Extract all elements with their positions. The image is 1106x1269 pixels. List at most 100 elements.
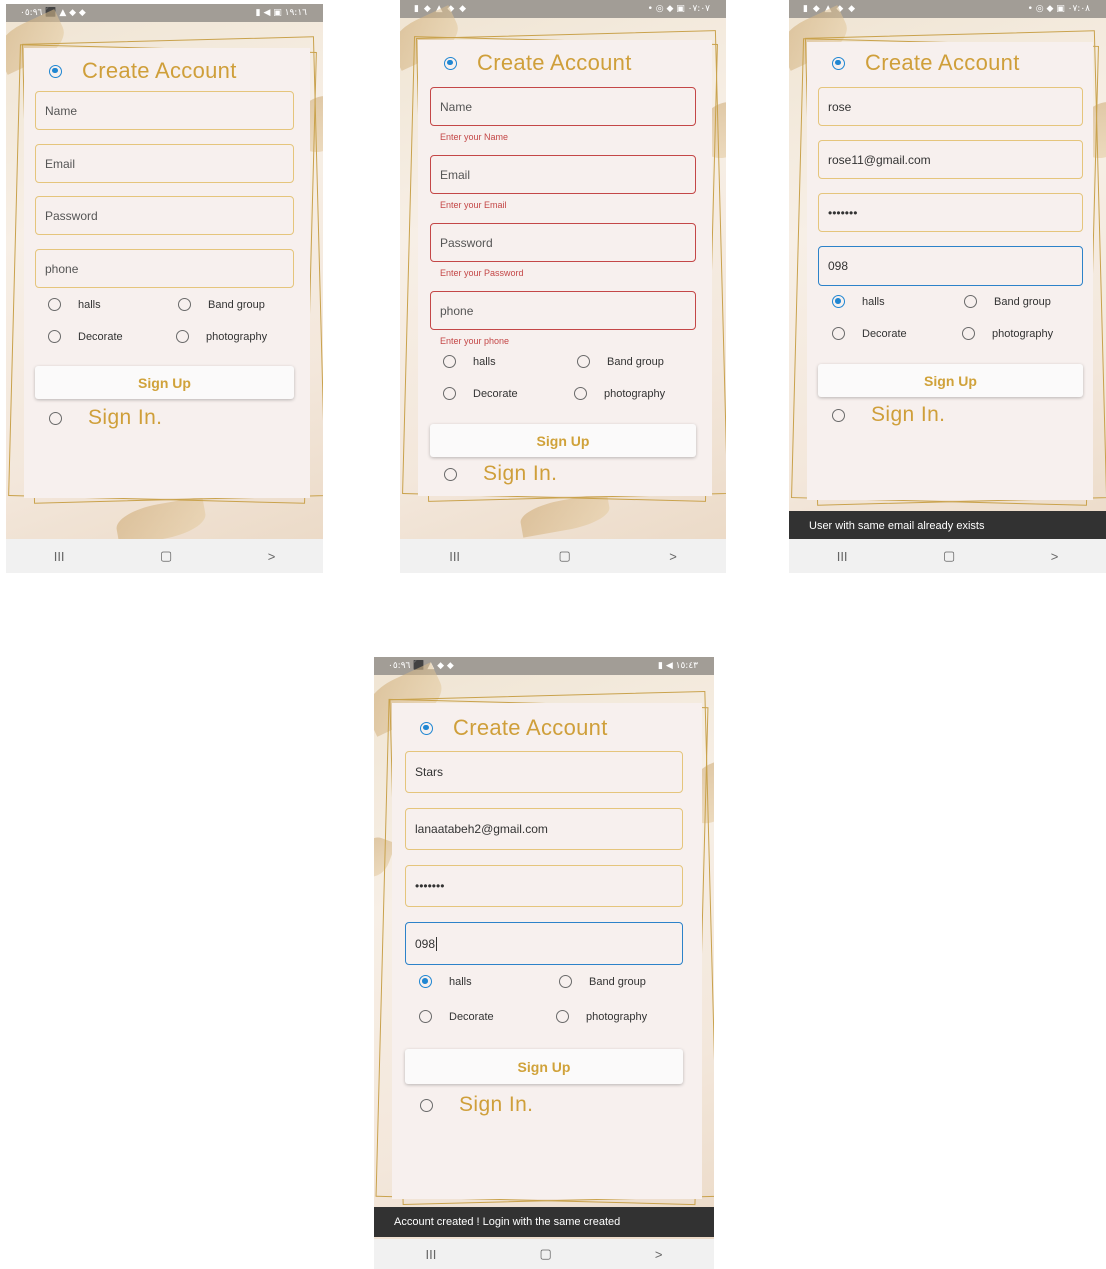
sign-in-row[interactable]: Sign In. xyxy=(832,403,945,427)
sign-up-button[interactable]: Sign Up xyxy=(405,1049,683,1084)
radio-unselected-icon[interactable] xyxy=(556,1010,569,1023)
radio-unselected-icon[interactable] xyxy=(48,298,61,311)
radio-unselected-icon[interactable] xyxy=(577,355,590,368)
system-nav-bar: III ▢ > xyxy=(6,539,323,573)
home-icon[interactable]: ▢ xyxy=(943,548,955,564)
home-icon[interactable]: ▢ xyxy=(558,548,570,564)
radio-selected-icon[interactable] xyxy=(419,975,432,988)
option-band-group[interactable]: Band group xyxy=(559,975,646,988)
name-field[interactable]: Name xyxy=(430,87,696,126)
option-label: Decorate xyxy=(862,327,907,340)
phone-field[interactable]: phone xyxy=(430,291,696,330)
option-halls[interactable]: halls xyxy=(48,298,101,311)
radio-unselected-icon[interactable] xyxy=(48,330,61,343)
radio-unselected-icon[interactable] xyxy=(559,975,572,988)
recent-apps-icon[interactable]: III xyxy=(426,1247,437,1262)
sign-up-button[interactable]: Sign Up xyxy=(35,366,294,399)
page-title: Create Account xyxy=(865,50,1020,75)
radio-selected-icon[interactable] xyxy=(49,64,62,78)
radio-selected-icon[interactable] xyxy=(832,295,845,308)
phone-screen-3: ▮ ◆ ▲ ◆ ◆ • ◎ ◆ ▣ ٠٧:٠٨ Create Account r… xyxy=(789,0,1106,573)
status-right: ▮ ◀ ١٥:٤٣ xyxy=(658,661,698,671)
option-photography[interactable]: photography xyxy=(574,387,665,400)
option-halls[interactable]: halls xyxy=(419,975,472,988)
password-field[interactable]: ••••••• xyxy=(405,865,683,907)
home-icon[interactable]: ▢ xyxy=(160,548,172,564)
name-field[interactable]: Name xyxy=(35,91,294,130)
back-icon[interactable]: > xyxy=(669,549,677,564)
radio-unselected-icon[interactable] xyxy=(49,411,62,425)
option-band-group[interactable]: Band group xyxy=(577,355,664,368)
sign-in-row[interactable]: Sign In. xyxy=(49,406,162,430)
option-band-group[interactable]: Band group xyxy=(178,298,265,311)
password-field[interactable]: ••••••• xyxy=(818,193,1083,232)
radio-selected-icon[interactable] xyxy=(832,56,845,70)
option-decorate[interactable]: Decorate xyxy=(443,387,518,400)
radio-unselected-icon[interactable] xyxy=(574,387,587,400)
email-error: Enter your Email xyxy=(440,200,507,210)
page-title: Create Account xyxy=(82,58,237,83)
radio-selected-icon[interactable] xyxy=(420,721,433,735)
snackbar-message: User with same email already exists xyxy=(789,511,1106,541)
radio-unselected-icon[interactable] xyxy=(443,387,456,400)
radio-unselected-icon[interactable] xyxy=(443,355,456,368)
option-halls[interactable]: halls xyxy=(443,355,496,368)
option-label: halls xyxy=(473,355,496,368)
header-row: Create Account xyxy=(832,50,1020,76)
name-field[interactable]: rose xyxy=(818,87,1083,126)
option-photography[interactable]: photography xyxy=(176,330,267,343)
sign-in-link[interactable]: Sign In. xyxy=(871,403,945,427)
sign-in-link[interactable]: Sign In. xyxy=(88,406,162,430)
email-field[interactable]: Email xyxy=(35,144,294,183)
back-icon[interactable]: > xyxy=(655,1247,663,1262)
phone-field[interactable]: 098 xyxy=(405,922,683,965)
option-decorate[interactable]: Decorate xyxy=(832,327,907,340)
password-field[interactable]: Password xyxy=(35,196,294,235)
leaf-decoration xyxy=(518,492,612,538)
option-label: halls xyxy=(78,298,101,311)
option-halls[interactable]: halls xyxy=(832,295,885,308)
option-label: Band group xyxy=(994,295,1051,308)
page-title: Create Account xyxy=(477,50,632,75)
radio-unselected-icon[interactable] xyxy=(964,295,977,308)
radio-unselected-icon[interactable] xyxy=(832,408,845,422)
sign-up-button[interactable]: Sign Up xyxy=(818,364,1083,397)
radio-unselected-icon[interactable] xyxy=(962,327,975,340)
name-field[interactable]: Stars xyxy=(405,751,683,793)
phone-field[interactable]: 098 xyxy=(818,246,1083,286)
option-decorate[interactable]: Decorate xyxy=(419,1010,494,1023)
back-icon[interactable]: > xyxy=(268,549,276,564)
sign-up-button[interactable]: Sign Up xyxy=(430,424,696,457)
option-label: photography xyxy=(604,387,666,400)
radio-unselected-icon[interactable] xyxy=(832,327,845,340)
email-field[interactable]: rose11@gmail.com xyxy=(818,140,1083,179)
sign-in-link[interactable]: Sign In. xyxy=(459,1093,533,1117)
sign-in-row[interactable]: Sign In. xyxy=(420,1093,533,1117)
recent-apps-icon[interactable]: III xyxy=(837,549,848,564)
sign-in-row[interactable]: Sign In. xyxy=(444,462,557,486)
radio-unselected-icon[interactable] xyxy=(419,1010,432,1023)
option-decorate[interactable]: Decorate xyxy=(48,330,123,343)
option-label: photography xyxy=(992,327,1054,340)
recent-apps-icon[interactable]: III xyxy=(449,549,460,564)
option-photography[interactable]: photography xyxy=(962,327,1053,340)
back-icon[interactable]: > xyxy=(1051,549,1059,564)
radio-selected-icon[interactable] xyxy=(444,56,457,70)
sign-in-link[interactable]: Sign In. xyxy=(483,462,557,486)
home-icon[interactable]: ▢ xyxy=(539,1246,551,1262)
option-label: halls xyxy=(449,975,472,988)
option-band-group[interactable]: Band group xyxy=(964,295,1051,308)
email-field[interactable]: lanaatabeh2@gmail.com xyxy=(405,808,683,850)
radio-unselected-icon[interactable] xyxy=(176,330,189,343)
phone-field[interactable]: phone xyxy=(35,249,294,288)
recent-apps-icon[interactable]: III xyxy=(54,549,65,564)
phone-screen-1: ۰٥:٩٦ ⬛ ▲ ◆ ◆ ▮ ◀ ▣ ١٩:١٦ Create Account… xyxy=(6,4,323,573)
option-label: Band group xyxy=(607,355,664,368)
radio-unselected-icon[interactable] xyxy=(178,298,191,311)
password-field[interactable]: Password xyxy=(430,223,696,262)
radio-unselected-icon[interactable] xyxy=(420,1098,433,1112)
radio-unselected-icon[interactable] xyxy=(444,467,457,481)
system-nav-bar: III ▢ > xyxy=(374,1239,714,1269)
option-photography[interactable]: photography xyxy=(556,1010,647,1023)
email-field[interactable]: Email xyxy=(430,155,696,194)
